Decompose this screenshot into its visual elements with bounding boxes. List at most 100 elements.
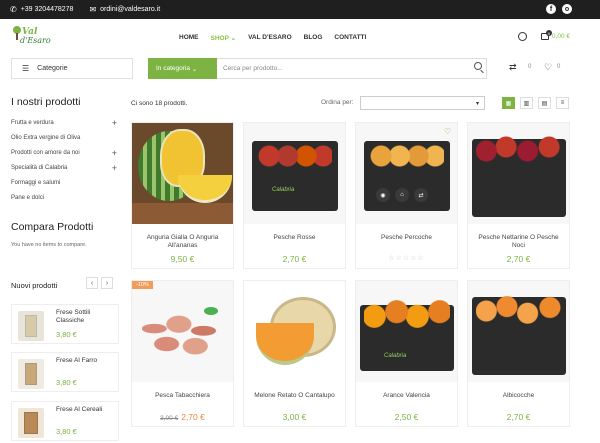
nav-home[interactable]: HOME [179, 34, 199, 42]
quick-view-icon[interactable]: ◉ [376, 188, 390, 202]
product-price: 2,70 € [506, 412, 531, 422]
product-image[interactable] [468, 281, 569, 382]
rating-stars: ☆☆☆☆☆ [388, 255, 425, 262]
cart-button[interactable]: 0 0,00 € [540, 30, 570, 40]
product-card[interactable]: Albicocche 2,70 € [467, 280, 570, 427]
phone-info[interactable]: ✆ +39 3204478278 [10, 5, 73, 14]
facebook-icon[interactable]: f [546, 4, 556, 14]
product-name[interactable]: Arance Valencia [360, 392, 453, 400]
product-name[interactable]: Albicocche [472, 392, 565, 400]
new-product-price: 3,80 € [56, 330, 77, 339]
product-card[interactable]: Melone Retato O Cantalupo 3,00 € [243, 280, 346, 427]
order-select[interactable]: ▾ [360, 96, 485, 110]
chevron-right-icon[interactable]: › [101, 277, 113, 289]
user-icon[interactable] [517, 32, 527, 41]
plus-icon[interactable]: + [112, 163, 117, 173]
list-view-icon[interactable]: ≡ [556, 97, 569, 109]
sidebar-item-label: Olio Extra vergine di Oliva [11, 134, 81, 141]
nav-val-desaro[interactable]: VAL D'ESARO [248, 34, 292, 42]
grid-4-view-icon[interactable]: ▦ [502, 97, 515, 109]
phone-number: +39 3204478278 [20, 6, 74, 13]
product-card[interactable]: Pesche Nettarine O Pesche Noci 2,70 € [467, 122, 570, 269]
new-product-name[interactable]: Frese Sottili Classiche [56, 309, 118, 325]
site-header: Val d'Esaro HOME SHOP ⌄ VAL D'ESARO BLOG… [0, 19, 600, 57]
product-card[interactable]: Calabria Arance Valencia 2,50 € [355, 280, 458, 427]
new-product-price: 3,80 € [56, 427, 77, 436]
site-logo[interactable]: Val d'Esaro [12, 26, 51, 51]
compare-action-icon[interactable]: ⇄ [414, 188, 428, 202]
header-icons: 0 0,00 € [517, 30, 570, 41]
product-image[interactable] [132, 123, 233, 224]
compare-icon[interactable]: ⇄ [509, 62, 517, 73]
email-address: ordini@valdesaro.it [100, 6, 161, 13]
product-name[interactable]: Pesche Rosse [248, 234, 341, 242]
product-card[interactable]: -10% Pesca Tabacchiera 3,00 €2,70 € [131, 280, 234, 427]
top-bar: ✆ +39 3204478278 ✉ ordini@valdesaro.it f o [0, 0, 600, 19]
categories-button[interactable]: ☰ Categorie [11, 58, 133, 79]
product-card[interactable]: Anguria Gialla O Anguria All'ananas 9,50… [131, 122, 234, 269]
heart-icon[interactable]: ♡ [544, 62, 552, 73]
product-name[interactable]: Pesca Tabacchiera [136, 392, 229, 400]
search-input[interactable]: Cerca per prodotto... [217, 58, 487, 79]
cart-count: 0 [545, 30, 552, 36]
sidebar-item-specialita[interactable]: Specialità di Calabria + [11, 160, 117, 175]
sidebar-item-prodotti[interactable]: Prodotti con amore da noi + [11, 145, 117, 160]
sidebar-item-olio[interactable]: Olio Extra vergine di Oliva [11, 130, 117, 145]
sidebar-item-formaggi[interactable]: Formaggi e salumi [11, 175, 117, 190]
nav-shop[interactable]: SHOP ⌄ [211, 34, 237, 42]
grid-3-view-icon[interactable]: ▥ [520, 97, 533, 109]
product-price: 2,70 € [506, 254, 531, 264]
product-card[interactable]: Calabria Pesche Rosse 2,70 € [243, 122, 346, 269]
product-name[interactable]: Pesche Nettarine O Pesche Noci [472, 234, 565, 250]
product-image[interactable]: Calabria [356, 281, 457, 382]
new-product-name[interactable]: Frese Al Farro [56, 357, 97, 365]
new-product-card[interactable]: Frese Sottili Classiche 3,80 € [11, 304, 119, 344]
search-row: ☰ Categorie In categoria ⌄ Cerca per prod… [0, 57, 600, 80]
product-card[interactable]: ♡ ◉ ⌂ ⇄ Pesche Percoche ☆☆☆☆☆ [355, 122, 458, 269]
category-select[interactable]: In categoria ⌄ [148, 58, 217, 79]
product-image[interactable] [132, 281, 233, 382]
sidebar-title: I nostri prodotti [11, 96, 81, 108]
view-switcher: ▦ ▥ ▤ ≡ [502, 97, 569, 109]
product-name[interactable]: Pesche Percoche [360, 234, 453, 242]
phone-icon: ✆ [10, 5, 17, 14]
new-product-card[interactable]: Frese Al Cereali 3,80 € [11, 401, 119, 441]
new-product-card[interactable]: Frese Al Farro 3,80 € [11, 352, 119, 392]
product-image[interactable]: ♡ ◉ ⌂ ⇄ [356, 123, 457, 224]
product-image[interactable] [468, 123, 569, 224]
product-thumbnail [18, 359, 44, 389]
product-name[interactable]: Melone Retato O Cantalupo [248, 392, 341, 400]
wishlist-heart-icon[interactable]: ♡ [444, 127, 451, 136]
search-icon[interactable] [474, 62, 482, 70]
new-product-name[interactable]: Frese Al Cereali [56, 406, 102, 414]
sidebar-item-pane[interactable]: Pane e dolci [11, 190, 117, 205]
chevron-down-icon: ⌄ [228, 35, 237, 42]
grid-2-view-icon[interactable]: ▤ [538, 97, 551, 109]
email-info[interactable]: ✉ ordini@valdesaro.it [89, 5, 160, 14]
sidebar-item-frutta[interactable]: Frutta e verdura + [11, 115, 117, 130]
crate-brand-label: Calabria [272, 187, 295, 193]
product-thumbnail [18, 408, 44, 438]
add-to-cart-icon[interactable]: ⌂ [395, 188, 409, 202]
nav-blog[interactable]: BLOG [304, 34, 323, 42]
product-price: 9,50 € [170, 254, 195, 264]
chevron-down-icon: ⌄ [189, 65, 198, 73]
plus-icon[interactable]: + [112, 118, 117, 128]
product-image[interactable] [244, 281, 345, 382]
sidebar-item-label: Pane e dolci [11, 194, 45, 201]
sidebar-item-label: Formaggi e salumi [11, 179, 61, 186]
nav-contatti[interactable]: CONTATTI [334, 34, 366, 42]
instagram-icon[interactable]: o [562, 4, 572, 14]
plus-icon[interactable]: + [112, 148, 117, 158]
chevron-left-icon[interactable]: ‹ [86, 277, 98, 289]
product-name[interactable]: Anguria Gialla O Anguria All'ananas [136, 234, 229, 250]
crate-brand-label: Calabria [384, 353, 407, 359]
old-price: 3,00 € [160, 415, 179, 422]
cart-icon: 0 [540, 30, 552, 40]
product-price: 2,70 € [282, 254, 307, 264]
product-image[interactable]: Calabria [244, 123, 345, 224]
sidebar-item-label: Frutta e verdura [11, 119, 54, 126]
product-price-wrap: 3,00 €2,70 € [132, 412, 233, 422]
product-count: Ci sono 18 prodotti. [131, 100, 188, 107]
product-price: 2,70 € [181, 412, 205, 422]
